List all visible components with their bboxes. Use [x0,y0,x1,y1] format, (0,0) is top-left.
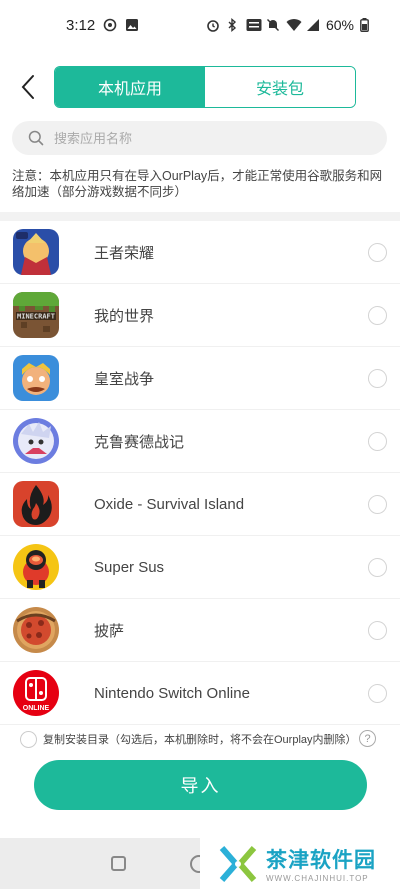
svg-text:ONLINE: ONLINE [23,705,50,712]
list-item[interactable]: Super Sus [0,536,400,599]
volte-icon [246,18,262,32]
select-radio[interactable] [368,620,387,640]
recents-button[interactable] [111,856,126,871]
battery-icon [360,18,374,32]
search-icon [28,130,44,146]
bluetooth-icon [226,18,240,32]
clash-royale-icon [13,355,59,401]
honor-of-kings-icon [13,229,59,275]
section-divider [0,212,400,221]
copy-install-dir-label: 复制安装目录（勾选后，本机删除时，将不会在Ourplay内删除） [43,734,357,746]
search-input[interactable] [54,130,354,146]
alarm-icon [206,18,220,32]
battery-percent: 60% [325,17,354,33]
svg-text:MINECRAFT: MINECRAFT [17,313,55,321]
list-item[interactable]: 皇室战争 [0,347,400,410]
select-radio[interactable] [368,683,387,703]
minecraft-icon: MINECRAFT [13,292,59,338]
app-list: 王者荣耀 MINECRAFT 我的世界 皇室战争 克鲁赛德战记 Oxide - … [0,221,400,725]
app-name: 披萨 [94,622,125,640]
back-button[interactable] [14,72,42,102]
copy-install-dir-checkbox[interactable] [20,730,37,748]
signal-icon [306,18,320,32]
select-radio[interactable] [368,557,387,577]
list-item[interactable]: Oxide - Survival Island [0,473,400,536]
app-name: Oxide - Survival Island [94,495,245,513]
select-radio[interactable] [368,431,387,451]
select-radio[interactable] [368,305,387,325]
pizza-icon [13,607,59,653]
nintendo-switch-online-icon: ONLINE [13,670,59,716]
header: 本机应用 安装包 [0,66,400,108]
app-name: Super Sus [94,558,165,576]
help-icon[interactable]: ? [359,730,376,747]
list-item[interactable]: 王者荣耀 [0,221,400,284]
app-name: 皇室战争 [94,370,155,388]
tab-local-apps[interactable]: 本机应用 [55,67,205,107]
back-arrow-icon [21,75,34,99]
select-radio[interactable] [368,242,387,262]
oxide-icon [13,481,59,527]
watermark-logo-icon [219,845,257,882]
app-name: 王者荣耀 [94,244,155,262]
status-time: 3:12 [66,16,96,34]
list-item[interactable]: 披萨 [0,599,400,662]
notification-app-icon [103,18,117,32]
select-radio[interactable] [368,368,387,388]
super-sus-icon [13,544,59,590]
app-name: 克鲁赛德战记 [94,433,185,451]
list-item[interactable]: ONLINE Nintendo Switch Online [0,662,400,725]
mute-icon [266,18,280,32]
wifi-icon [286,18,302,32]
crusaders-quest-icon [13,418,59,464]
source-tabs: 本机应用 安装包 [54,66,356,108]
watermark-subtitle: WWW.CHAJINHUI.TOP [266,874,369,883]
select-radio[interactable] [368,494,387,514]
list-item[interactable]: 克鲁赛德战记 [0,410,400,473]
import-button[interactable]: 导入 [34,760,367,810]
gallery-notification-icon [125,18,139,32]
copy-install-dir-option: 复制安装目录（勾选后，本机删除时，将不会在Ourplay内删除） ? [20,728,380,750]
watermark-title: 茶津软件园 [266,849,376,872]
search-bar[interactable] [12,121,387,155]
list-item[interactable]: MINECRAFT 我的世界 [0,284,400,347]
notice-text: 注意：本机应用只有在导入OurPlay后，才能正常使用谷歌服务和网络加速（部分游… [12,169,383,199]
app-name: Nintendo Switch Online [94,684,250,702]
tab-install-packages[interactable]: 安装包 [205,67,355,107]
watermark: 茶津软件园 WWW.CHAJINHUI.TOP [200,838,400,889]
status-bar: 3:12 60% [0,0,400,50]
app-name: 我的世界 [94,307,155,325]
